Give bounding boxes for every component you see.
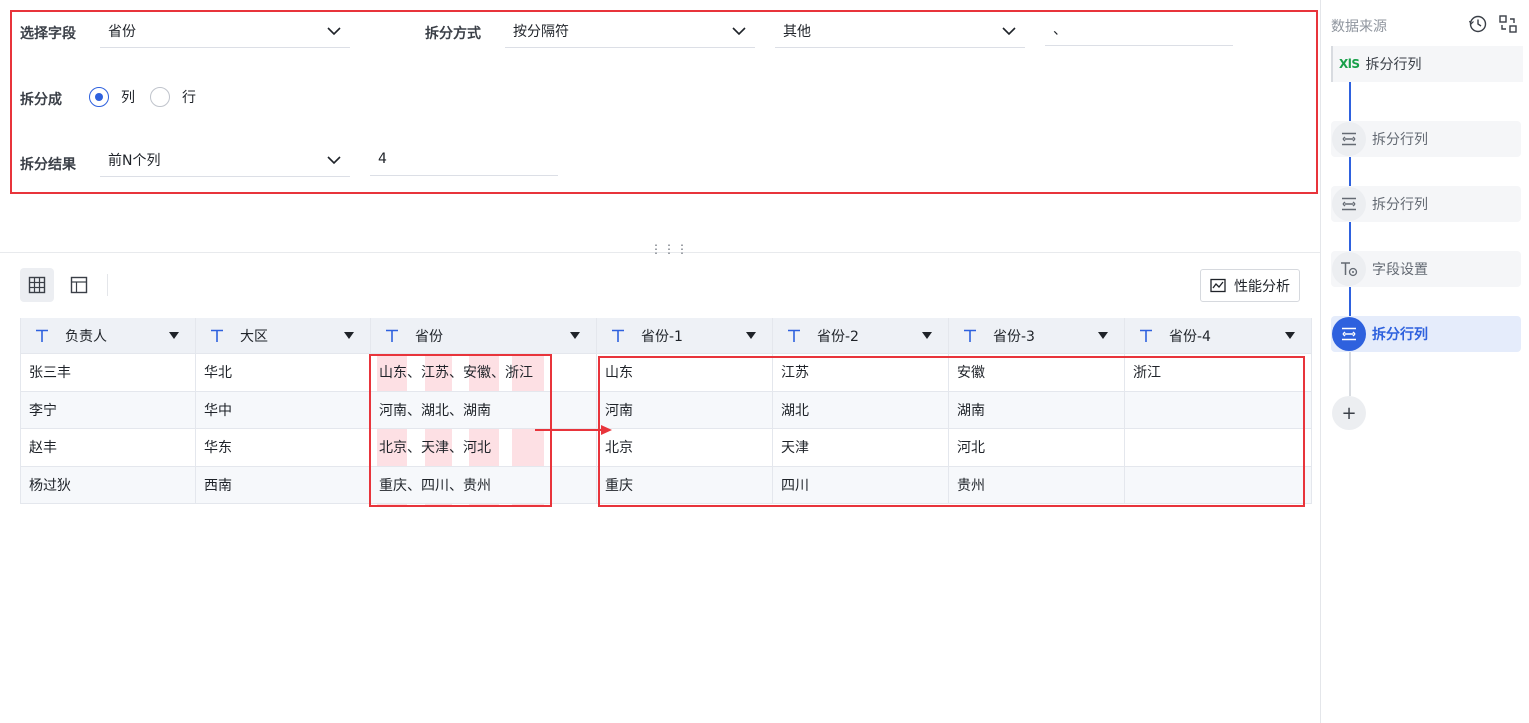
column-header-label: 负责人 xyxy=(65,328,107,345)
split-count-input[interactable]: 4 xyxy=(370,142,558,176)
sort-dropdown-icon[interactable] xyxy=(344,332,354,339)
layout-view-icon xyxy=(70,276,88,294)
split-result-label: 拆分结果 xyxy=(20,157,76,173)
split-method-value: 按分隔符 xyxy=(513,23,569,40)
text-type-icon xyxy=(964,329,976,342)
flow-step-field-settings[interactable]: 字段设置 xyxy=(1331,251,1521,287)
table-cell[interactable]: 西南 xyxy=(196,466,371,504)
delimiter-value: 、 xyxy=(1053,21,1067,38)
column-header-label: 省份 xyxy=(415,328,443,345)
add-step-button[interactable]: + xyxy=(1332,396,1366,430)
performance-chart-icon xyxy=(1210,278,1226,292)
radio-split-into-row[interactable]: 行 xyxy=(150,87,196,107)
table-cell[interactable]: 华北 xyxy=(196,354,371,392)
text-type-icon xyxy=(1140,329,1152,342)
field-settings-icon xyxy=(1332,252,1366,286)
flow-connector xyxy=(1349,352,1351,396)
chevron-down-icon xyxy=(327,27,341,36)
select-field-label: 选择字段 xyxy=(20,26,76,42)
split-method-dropdown[interactable]: 按分隔符 xyxy=(505,14,755,48)
radio-circle-checked[interactable] xyxy=(89,87,109,107)
delimiter-type-dropdown[interactable]: 其他 xyxy=(775,14,1025,48)
sort-dropdown-icon[interactable] xyxy=(570,332,580,339)
flow-step-split-active[interactable]: 拆分行列 xyxy=(1331,316,1521,352)
column-header-label: 省份-4 xyxy=(1169,328,1211,345)
source-item[interactable]: XlS 拆分行列 xyxy=(1331,46,1523,82)
split-into-label: 拆分成 xyxy=(20,92,62,108)
table-cell[interactable]: 杨过狄 xyxy=(20,466,196,504)
xls-file-icon: XlS xyxy=(1339,57,1360,71)
table-cell[interactable]: 华东 xyxy=(196,429,371,467)
text-type-icon xyxy=(612,329,624,342)
table-cell[interactable]: 赵丰 xyxy=(20,429,196,467)
text-type-icon xyxy=(386,329,398,342)
split-result-value: 前N个列 xyxy=(108,152,161,169)
chevron-down-icon xyxy=(327,156,341,165)
split-method-label: 拆分方式 xyxy=(425,26,481,42)
column-header[interactable]: 省份-1 xyxy=(597,318,773,354)
flow-step-split-2[interactable]: 拆分行列 xyxy=(1331,186,1521,222)
main-area: 选择字段 省份 拆分方式 按分隔符 其他 、 拆分成 列 行 拆分结果 前N个列… xyxy=(0,0,1320,723)
split-icon xyxy=(1332,187,1366,221)
grid-view-button[interactable] xyxy=(20,268,54,302)
result-columns-highlight-box xyxy=(598,356,1305,507)
split-count-value: 4 xyxy=(378,150,387,167)
chevron-down-icon xyxy=(732,27,746,36)
drag-handle-icon[interactable]: ⋮⋮⋮ xyxy=(650,243,688,259)
column-header-label: 省份-3 xyxy=(993,328,1035,345)
radio-label-column: 列 xyxy=(121,90,135,106)
sort-dropdown-icon[interactable] xyxy=(169,332,179,339)
delimiter-input[interactable]: 、 xyxy=(1045,12,1233,46)
sort-dropdown-icon[interactable] xyxy=(746,332,756,339)
performance-analysis-button[interactable]: 性能分析 xyxy=(1200,269,1300,302)
sort-dropdown-icon[interactable] xyxy=(1285,332,1295,339)
table-cell[interactable]: 张三丰 xyxy=(20,354,196,392)
column-header[interactable]: 大区 xyxy=(196,318,371,354)
column-header[interactable]: 省份-3 xyxy=(949,318,1125,354)
column-header[interactable]: 省份 xyxy=(371,318,597,354)
select-field-dropdown[interactable]: 省份 xyxy=(100,14,350,48)
arrow-head-icon xyxy=(601,425,612,435)
sort-dropdown-icon[interactable] xyxy=(922,332,932,339)
layout-view-button[interactable] xyxy=(62,268,96,302)
split-icon xyxy=(1332,122,1366,156)
chevron-down-icon xyxy=(1002,27,1016,36)
history-icon[interactable] xyxy=(1468,14,1488,34)
radio-split-into-column[interactable]: 列 xyxy=(89,87,135,107)
plus-icon: + xyxy=(1341,402,1357,424)
flow-step-label: 拆分行列 xyxy=(1372,132,1428,148)
source-item-label: 拆分行列 xyxy=(1365,57,1422,73)
grid-view-icon xyxy=(28,276,46,294)
table-header-row: 负责人 大区 省份 省份-1 省份-2 省份-3 省份-4 xyxy=(20,318,1312,354)
text-type-icon xyxy=(36,329,48,342)
split-icon xyxy=(1332,317,1366,351)
text-type-icon xyxy=(788,329,800,342)
radio-circle-unchecked[interactable] xyxy=(150,87,170,107)
flow-step-label: 拆分行列 xyxy=(1372,197,1428,213)
column-header[interactable]: 负责人 xyxy=(20,318,196,354)
data-flow-panel: 数据来源 XlS 拆分行列 拆分行列 拆分行列 字段设置 拆分行列 + xyxy=(1320,0,1529,723)
data-source-title: 数据来源 xyxy=(1331,19,1387,35)
select-field-value: 省份 xyxy=(108,23,136,40)
text-type-icon xyxy=(211,329,223,342)
column-header-label: 省份-1 xyxy=(641,328,683,345)
toolbar-separator xyxy=(107,274,108,296)
table-cell[interactable]: 华中 xyxy=(196,391,371,429)
performance-analysis-label: 性能分析 xyxy=(1234,278,1290,295)
table-cell[interactable]: 李宁 xyxy=(20,391,196,429)
flow-step-split-1[interactable]: 拆分行列 xyxy=(1331,121,1521,157)
switch-layout-icon[interactable] xyxy=(1498,14,1518,34)
flow-step-label: 拆分行列 xyxy=(1372,327,1428,343)
column-header-label: 省份-2 xyxy=(817,328,859,345)
delimiter-type-value: 其他 xyxy=(783,23,811,40)
radio-label-row: 行 xyxy=(182,90,196,106)
split-arrow-icon xyxy=(535,429,603,431)
split-result-dropdown[interactable]: 前N个列 xyxy=(100,143,350,177)
column-header[interactable]: 省份-4 xyxy=(1125,318,1312,354)
flow-step-label: 字段设置 xyxy=(1372,262,1428,278)
source-column-highlight-box xyxy=(369,354,552,507)
column-header[interactable]: 省份-2 xyxy=(773,318,949,354)
column-header-label: 大区 xyxy=(240,328,268,345)
sort-dropdown-icon[interactable] xyxy=(1098,332,1108,339)
